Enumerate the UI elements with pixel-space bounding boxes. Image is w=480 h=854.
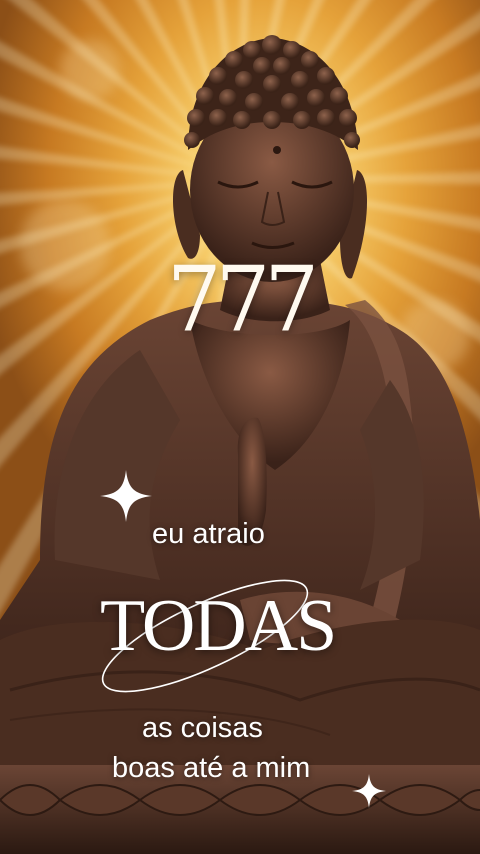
caption-line-3: as coisas [142, 712, 263, 744]
caption-line-4: boas até a mim [112, 752, 311, 784]
sparkle-icon [352, 774, 386, 808]
video-frame: 777 eu atraio TODAS as coisas boas até a… [0, 0, 480, 854]
caption-highlight: TODAS [100, 585, 337, 667]
